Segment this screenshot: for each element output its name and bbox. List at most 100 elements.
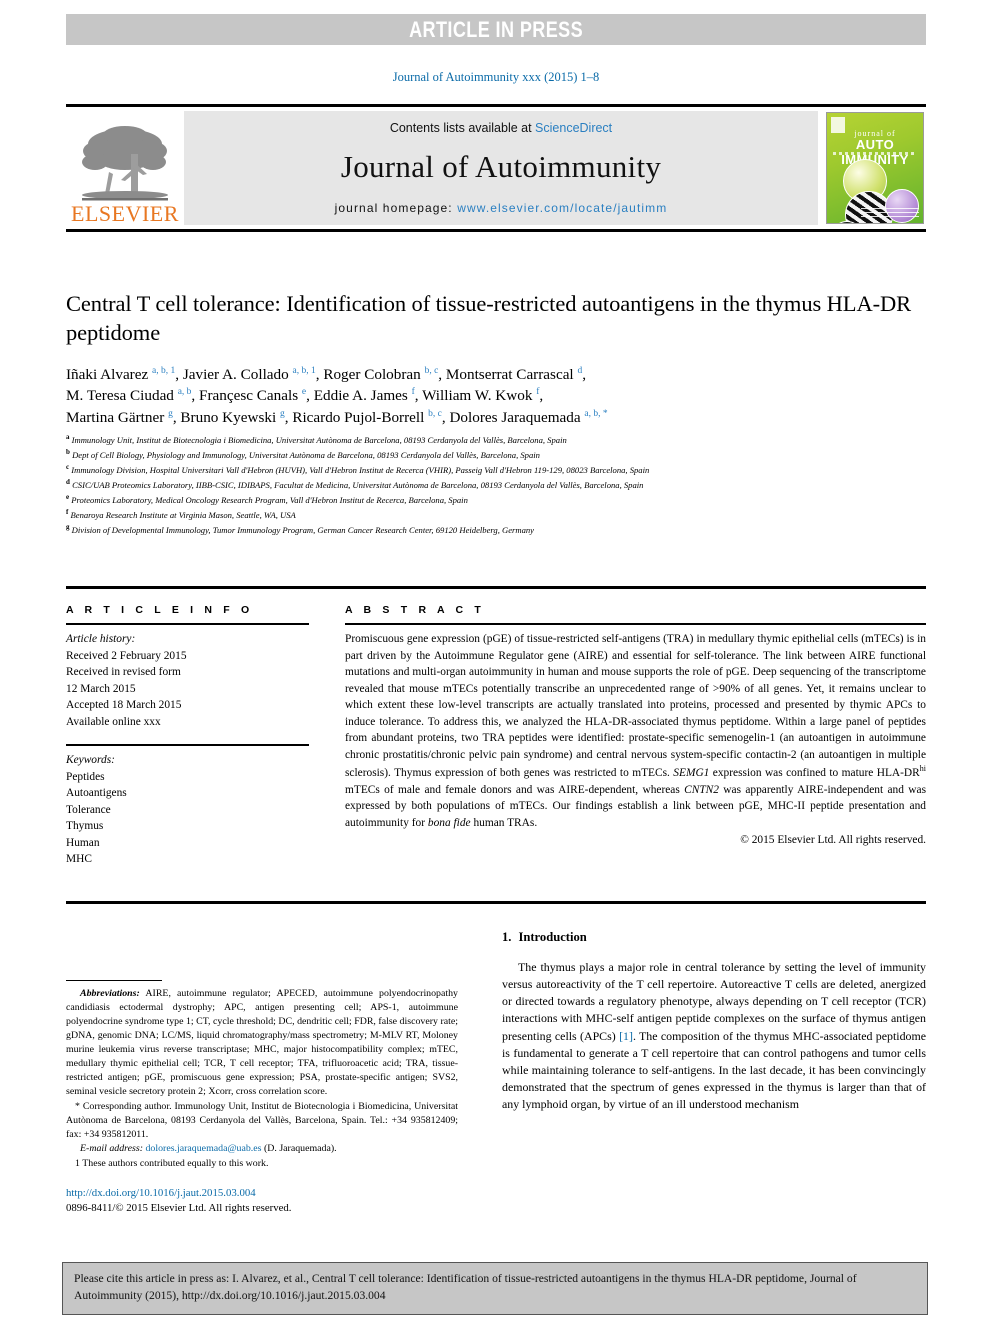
article-info-divider	[66, 623, 309, 625]
affiliation-item: c Immunology Division, Hospital Universi…	[66, 462, 926, 477]
affiliation-marker: c	[66, 462, 70, 471]
cover-caption-lines	[861, 207, 919, 217]
article-history-label: Article history:	[66, 633, 136, 645]
affiliation-text: Immunology Unit, Institut de Biotecnolog…	[71, 434, 567, 445]
email-note: E-mail address: dolores.jaraquemada@uab.…	[66, 1142, 458, 1156]
affiliation-item: e Proteomics Laboratory, Medical Oncolog…	[66, 492, 926, 507]
article-in-press-banner: ARTICLE IN PRESS	[66, 14, 926, 45]
abstract-part-1: Promiscuous gene expression (pGE) of tis…	[345, 633, 926, 780]
affiliation-marker: a	[66, 433, 70, 441]
affiliation-text: Dept of Cell Biology, Physiology and Imm…	[72, 449, 540, 460]
affiliation-text: Immunology Division, Hospital Universita…	[71, 464, 650, 475]
author-line-1: Iñaki Alvarez a, b, 1, Javier A. Collado…	[66, 365, 586, 383]
article-history-item: Available online xxx	[66, 715, 161, 728]
affiliation-text: Benaroya Research Institute at Virginia …	[70, 509, 296, 520]
abstract-part-5: human TRAs.	[470, 816, 538, 829]
introduction-heading-text: Introduction	[518, 930, 587, 944]
keyword-item: Tolerance	[66, 803, 111, 816]
keyword-item: Autoantigens	[66, 787, 127, 800]
email-label: E-mail address:	[80, 1143, 143, 1155]
citation-notice-text: Please cite this article in press as: I.…	[74, 1272, 857, 1302]
journal-cover-thumbnail: journal of AUTO IMMUNITY	[826, 112, 924, 224]
affiliation-text: Proteomics Laboratory, Medical Oncology …	[71, 494, 468, 505]
introduction-section: 1. Introduction The thymus plays a major …	[502, 930, 926, 1113]
citation-notice-box: Please cite this article in press as: I.…	[62, 1262, 928, 1315]
abbreviations-note: Abbreviations: AIRE, autoimmune regulato…	[66, 987, 458, 1099]
corresponding-author-note: * Corresponding author. Immunology Unit,…	[66, 1100, 458, 1140]
bona-fide-italic: bona fide	[427, 816, 471, 829]
footnotes-column: Abbreviations: AIRE, autoimmune regulato…	[66, 980, 458, 1172]
affiliation-item: d CSIC/UAB Proteomics Laboratory, IIBB-C…	[66, 477, 926, 492]
keywords-label: Keywords:	[66, 754, 115, 767]
affiliation-marker: b	[66, 447, 70, 456]
cover-subtitle-bar	[833, 152, 917, 155]
article-history-item: Received in revised form	[66, 666, 181, 679]
abstract-copyright: © 2015 Elsevier Ltd. All rights reserved…	[740, 834, 926, 847]
abbreviations-text: AIRE, autoimmune regulator; APECED, auto…	[66, 988, 458, 1097]
email-suffix: (D. Jaraquemada).	[261, 1143, 337, 1155]
affiliation-marker: f	[66, 507, 69, 516]
article-history-item: Accepted 18 March 2015	[66, 699, 182, 712]
affiliation-item: b Dept of Cell Biology, Physiology and I…	[66, 447, 926, 462]
journal-masthead: ELSEVIER Contents lists available at Sci…	[66, 104, 926, 232]
masthead-center-panel: Contents lists available at ScienceDirec…	[184, 111, 818, 225]
introduction-heading: 1. Introduction	[502, 930, 926, 945]
contents-list-line: Contents lists available at ScienceDirec…	[390, 121, 612, 135]
keywords-block: Keywords: Peptides Autoantigens Toleranc…	[66, 744, 309, 868]
keyword-item: Human	[66, 836, 100, 849]
abbreviations-label: Abbreviations:	[80, 988, 140, 999]
abstract-heading: A B S T R A C T	[345, 604, 485, 616]
section-rule-bottom	[66, 901, 926, 904]
abstract-superscript-hi: hi	[919, 764, 926, 774]
affiliation-text: Division of Developmental Immunology, Tu…	[71, 524, 534, 535]
abstract-column: A B S T R A C T Promiscuous gene express…	[345, 604, 926, 846]
section-rule-top	[66, 586, 926, 589]
article-history-item: Received 2 February 2015	[66, 649, 187, 662]
abstract-part-3: mTECs of male and female donors and was …	[345, 783, 685, 796]
author-line-2: M. Teresa Ciudad a, b, Françesc Canals e…	[66, 387, 544, 405]
affiliation-item: f Benaroya Research Institute at Virgini…	[66, 507, 926, 522]
affiliation-item: a Immunology Unit, Institut de Biotecnol…	[66, 432, 926, 447]
contents-prefix: Contents lists available at	[389, 120, 536, 135]
affiliation-item: g Division of Developmental Immunology, …	[66, 522, 926, 537]
author-line-3: Martina Gärtner g, Bruno Kyewski g, Rica…	[66, 408, 608, 426]
keywords-divider	[66, 744, 309, 747]
reference-link-1[interactable]: [1]	[619, 1029, 633, 1043]
elsevier-logo: ELSEVIER	[66, 107, 184, 229]
equal-contribution-note: 1 These authors contributed equally to t…	[75, 1158, 269, 1170]
affiliation-marker: g	[66, 522, 70, 531]
abstract-body: Promiscuous gene expression (pGE) of tis…	[345, 631, 926, 831]
cover-cell-image-c	[885, 189, 919, 223]
article-history-item: 12 March 2015	[66, 682, 136, 695]
introduction-heading-number: 1.	[502, 930, 512, 944]
doi-link[interactable]: http://dx.doi.org/10.1016/j.jaut.2015.03…	[66, 1186, 458, 1201]
affiliation-list: a Immunology Unit, Institut de Biotecnol…	[66, 432, 926, 536]
title-and-authors: Central T cell tolerance: Identification…	[66, 290, 926, 428]
gene-cntn2: CNTN2	[684, 783, 719, 796]
author-list: Iñaki Alvarez a, b, 1, Javier A. Collado…	[66, 364, 926, 429]
keyword-item: Peptides	[66, 770, 105, 783]
issn-copyright-line: 0896-8411/© 2015 Elsevier Ltd. All right…	[66, 1201, 292, 1214]
page-title: Central T cell tolerance: Identification…	[66, 291, 912, 345]
sciencedirect-link[interactable]: ScienceDirect	[535, 121, 612, 135]
journal-title: Journal of Autoimmunity	[340, 148, 662, 184]
keyword-item: MHC	[66, 853, 92, 866]
keyword-item: Thymus	[66, 820, 104, 833]
article-info-heading: A R T I C L E I N F O	[66, 604, 254, 616]
journal-reference-line: Journal of Autoimmunity xxx (2015) 1–8	[392, 70, 600, 84]
article-info-column: A R T I C L E I N F O Article history: R…	[66, 604, 309, 868]
doi-block: http://dx.doi.org/10.1016/j.jaut.2015.03…	[66, 1186, 458, 1215]
footnote-divider	[66, 980, 162, 981]
email-link[interactable]: dolores.jaraquemada@uab.es	[145, 1143, 261, 1154]
gene-semg1: SEMG1	[673, 767, 710, 780]
affiliation-text: CSIC/UAB Proteomics Laboratory, IIBB-CSI…	[72, 479, 644, 490]
article-in-press-label: ARTICLE IN PRESS	[409, 16, 583, 42]
homepage-prefix: journal homepage:	[334, 200, 458, 215]
abstract-part-2: expression was confined to mature HLA-DR	[709, 767, 920, 780]
elsevier-tree-icon	[82, 126, 168, 201]
affiliation-marker: e	[66, 492, 70, 501]
elsevier-wordmark: ELSEVIER	[71, 201, 179, 226]
journal-homepage-link[interactable]: www.elsevier.com/locate/jautimm	[457, 201, 667, 215]
affiliation-marker: d	[66, 477, 70, 486]
introduction-paragraph: The thymus plays a major role in central…	[502, 959, 926, 1113]
